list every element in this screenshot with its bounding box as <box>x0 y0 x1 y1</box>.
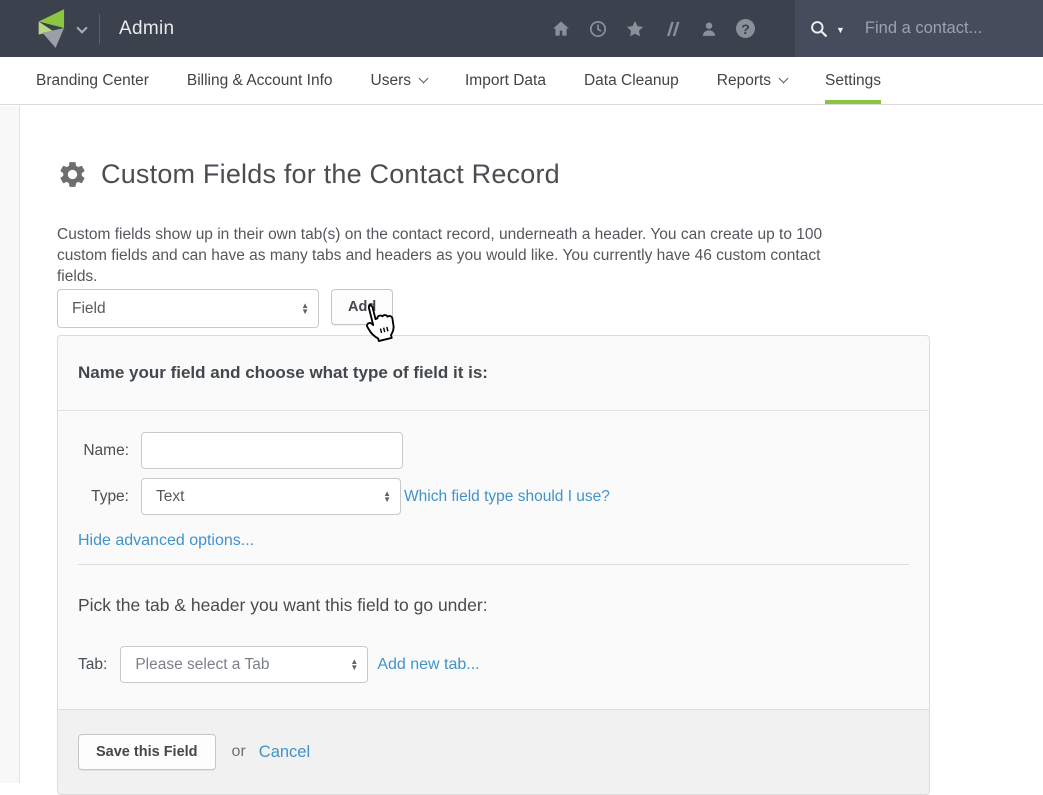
panel-footer: Save this Field or Cancel <box>58 709 929 794</box>
name-input[interactable] <box>141 432 403 469</box>
left-gutter <box>0 106 20 783</box>
topbar-icons: ? <box>551 19 755 39</box>
select-arrows-icon: ▲▼ <box>301 303 309 315</box>
cancel-link[interactable]: Cancel <box>259 743 310 762</box>
chevron-down-icon <box>779 74 789 84</box>
nav-data-cleanup[interactable]: Data Cleanup <box>565 57 698 104</box>
admin-subnav: Branding Center Billing & Account Info U… <box>0 57 1043 105</box>
type-label: Type: <box>78 488 129 506</box>
tab-select[interactable]: Please select a Tab ▲▼ <box>120 646 368 683</box>
home-icon[interactable] <box>551 19 571 39</box>
name-label: Name: <box>78 442 129 460</box>
main-content: Custom Fields for the Contact Record Cus… <box>0 105 1043 795</box>
apps-icon[interactable] <box>662 19 682 39</box>
add-button[interactable]: Add <box>331 289 393 325</box>
nav-import-data[interactable]: Import Data <box>446 57 565 104</box>
topbar: Admin ? ▼ <box>0 0 1043 57</box>
page-description: Custom fields show up in their own tab(s… <box>57 224 1043 287</box>
save-field-button[interactable]: Save this Field <box>78 734 216 770</box>
app-title: Admin <box>119 18 174 40</box>
tab-label: Tab: <box>78 656 107 674</box>
favorites-icon[interactable] <box>625 19 645 39</box>
topbar-divider <box>99 14 100 44</box>
or-text: or <box>232 743 246 761</box>
add-new-tab-link[interactable]: Add new tab... <box>377 656 479 674</box>
search-dropdown-caret-icon[interactable]: ▼ <box>836 25 845 35</box>
select-arrows-icon: ▲▼ <box>350 659 358 671</box>
nav-users[interactable]: Users <box>352 57 446 104</box>
nav-branding-center[interactable]: Branding Center <box>17 57 168 104</box>
help-icon[interactable]: ? <box>736 19 755 38</box>
app-logo-menu[interactable] <box>0 8 86 50</box>
chevron-down-icon <box>419 74 429 84</box>
contact-search: ▼ <box>795 0 1043 57</box>
section-divider <box>78 564 909 565</box>
search-input[interactable] <box>863 18 1013 39</box>
infusionsoft-logo-icon <box>33 8 65 50</box>
gear-icon <box>57 159 88 190</box>
select-arrows-icon: ▲▼ <box>383 491 391 503</box>
type-select[interactable]: Text ▲▼ <box>141 478 401 515</box>
page-title: Custom Fields for the Contact Record <box>101 157 560 191</box>
contacts-icon[interactable] <box>699 19 719 39</box>
hide-advanced-options-link[interactable]: Hide advanced options... <box>78 532 254 550</box>
pick-tab-heading: Pick the tab & header you want this fiel… <box>78 595 909 616</box>
field-select[interactable]: Field ▲▼ <box>57 289 319 328</box>
panel-heading: Name your field and choose what type of … <box>58 336 929 411</box>
chevron-down-icon <box>76 22 87 33</box>
recent-icon[interactable] <box>588 19 608 39</box>
search-icon[interactable] <box>809 19 829 39</box>
nav-billing-account-info[interactable]: Billing & Account Info <box>168 57 352 104</box>
custom-field-panel: Name your field and choose what type of … <box>57 335 930 795</box>
field-type-help-link[interactable]: Which field type should I use? <box>404 488 610 506</box>
nav-reports[interactable]: Reports <box>698 57 806 104</box>
nav-settings[interactable]: Settings <box>806 57 900 104</box>
